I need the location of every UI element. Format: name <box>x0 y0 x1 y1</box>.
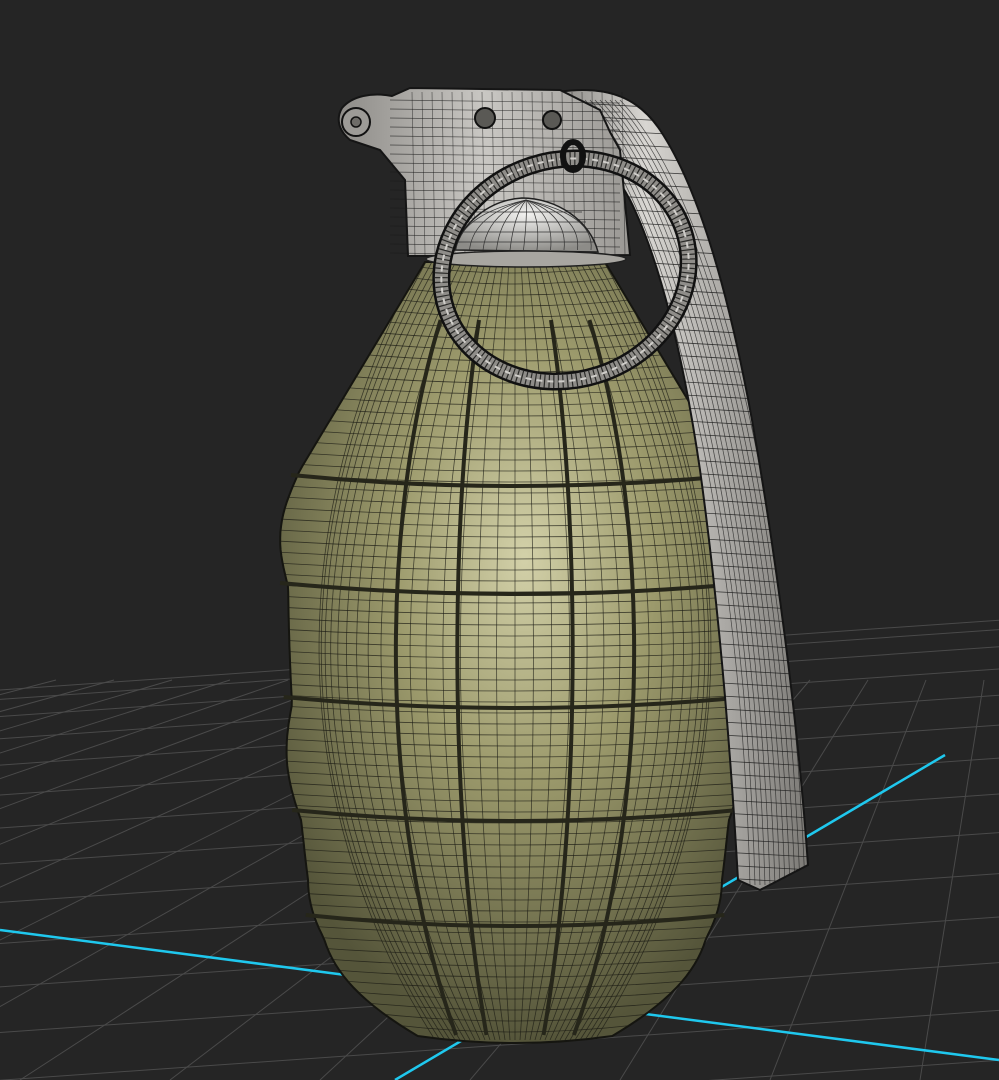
grid-line <box>0 679 173 732</box>
grid-line <box>919 679 985 1080</box>
viewport-scene[interactable] <box>0 0 999 1080</box>
striker-pin-center <box>350 116 362 128</box>
grenade-fuze[interactable] <box>337 86 632 268</box>
grenade-model[interactable] <box>276 86 830 1044</box>
fuze-base-ring <box>425 250 627 268</box>
grid-line <box>0 679 57 696</box>
grid-line <box>0 679 289 780</box>
grid-line <box>0 679 231 754</box>
3d-viewport[interactable] <box>0 0 999 1080</box>
fuze-hole-right <box>542 110 562 130</box>
fuze-hole-left <box>474 107 496 129</box>
